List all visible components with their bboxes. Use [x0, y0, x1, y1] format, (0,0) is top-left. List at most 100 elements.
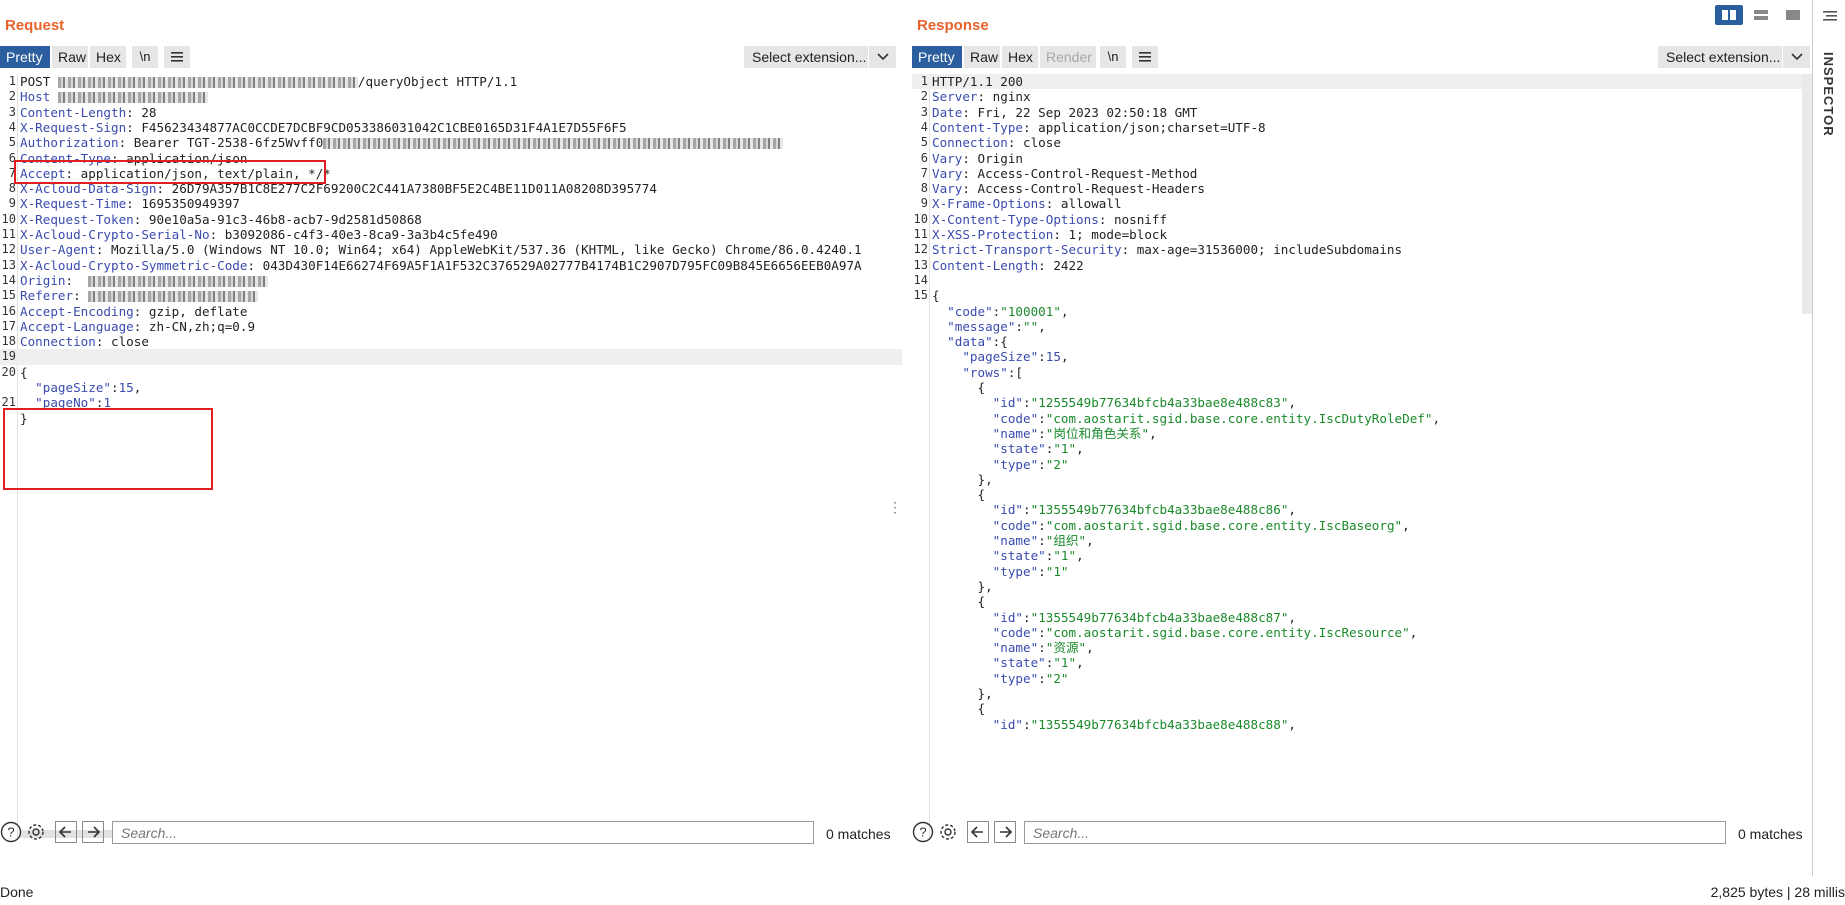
- request-tab-pretty[interactable]: Pretty: [0, 46, 50, 68]
- response-line: "id":"1255549b77634bfcb4a33bae8e488c83",: [912, 395, 1812, 410]
- request-line: 1 POST /queryObject HTTP/1.1: [0, 74, 902, 89]
- request-line: 4 X-Request-Sign: F45623434877AC0CCDE7DCB…: [0, 120, 902, 135]
- line-content: "id":"1355549b77634bfcb4a33bae8e488c86",: [932, 502, 1296, 517]
- response-line: "name":"组织",: [912, 533, 1812, 548]
- response-newline-toggle[interactable]: \n: [1100, 46, 1126, 68]
- inspector-menu-icon[interactable]: [1821, 8, 1839, 24]
- line-content: "type":"2": [932, 671, 1069, 686]
- response-matches-count: 0 matches: [1738, 826, 1803, 842]
- response-tab-render[interactable]: Render: [1040, 46, 1096, 68]
- response-tab-hex[interactable]: Hex: [1002, 46, 1038, 68]
- request-line: 20 {: [0, 365, 902, 380]
- request-select-extension[interactable]: Select extension...: [744, 46, 896, 68]
- token: "2": [1045, 670, 1069, 686]
- request-line: 10 X-Request-Token: 90e10a5a-91c3-46b8-ac…: [0, 212, 902, 227]
- request-line: 13 X-Acloud-Crypto-Symmetric-Code: 043D43…: [0, 258, 902, 273]
- token: ,: [1288, 502, 1296, 518]
- line-content: "id":"1355549b77634bfcb4a33bae8e488c87",: [932, 610, 1296, 625]
- request-line: 19: [0, 349, 902, 365]
- request-search-input[interactable]: [112, 821, 814, 844]
- line-content: Accept-Language: zh-CN,zh;q=0.9: [20, 319, 255, 334]
- token: "com.aostarit.sgid.base.core.entity.IscD…: [1045, 410, 1433, 426]
- response-tab-raw[interactable]: Raw: [964, 46, 1000, 68]
- token: X-Acloud-Crypto-Serial-No: [20, 227, 210, 242]
- response-title: Response: [917, 17, 989, 34]
- line-content: },: [932, 686, 993, 701]
- next-match-arrow-icon[interactable]: [82, 821, 104, 843]
- token: :: [1038, 410, 1046, 426]
- previous-match-arrow-icon[interactable]: [967, 821, 989, 843]
- response-line: "id":"1355549b77634bfcb4a33bae8e488c88",: [912, 717, 1812, 732]
- response-editor[interactable]: 1 HTTP/1.1 200 2 Server: nginx 3 Date: Fri, 2…: [912, 74, 1812, 840]
- token: "name": [992, 533, 1039, 548]
- line-number: 15: [913, 288, 928, 303]
- token: "state": [992, 548, 1046, 564]
- response-line: 10 X-Content-Type-Options: nosniff: [912, 212, 1812, 227]
- response-select-extension-label: Select extension...: [1666, 49, 1781, 65]
- token: ,: [1288, 716, 1296, 732]
- response-vertical-scrollbar[interactable]: [1802, 74, 1812, 314]
- token: X-Frame-Options: [932, 196, 1046, 212]
- response-line: {: [912, 380, 1812, 395]
- response-menu-icon[interactable]: [1132, 46, 1158, 68]
- response-tab-pretty[interactable]: Pretty: [912, 46, 962, 68]
- token: :: [111, 380, 119, 395]
- line-number: 13: [913, 257, 928, 272]
- line-content: Referer:: [20, 288, 259, 303]
- line-content: "data":{: [932, 334, 1008, 349]
- line-content: Authorization: Bearer TGT-2538-6fz5Wvff0: [20, 135, 784, 150]
- response-line: },: [912, 686, 1812, 701]
- token: ,: [1076, 441, 1084, 457]
- response-select-extension[interactable]: Select extension...: [1658, 46, 1810, 68]
- token: "100001": [1000, 303, 1061, 319]
- response-search-input[interactable]: [1024, 821, 1726, 844]
- line-content: "name":"岗位和角色关系",: [932, 426, 1157, 441]
- next-match-arrow-icon[interactable]: [994, 821, 1016, 843]
- token: "code": [992, 624, 1039, 640]
- token: "rows": [962, 364, 1008, 380]
- help-icon[interactable]: ?: [912, 821, 934, 843]
- token: {: [20, 364, 28, 380]
- token: "1": [1045, 563, 1069, 579]
- request-menu-icon[interactable]: [164, 46, 190, 68]
- line-number: 20: [1, 364, 16, 379]
- token: : 90e10a5a-91c3-46b8-acb7-9d2581d50868: [133, 211, 422, 227]
- response-line: 15 {: [912, 288, 1812, 303]
- request-tab-raw[interactable]: Raw: [52, 46, 88, 68]
- request-editor[interactable]: 1 POST /queryObject HTTP/1.1 2 Host 3 Conten…: [0, 74, 902, 840]
- request-newline-toggle[interactable]: \n: [132, 46, 158, 68]
- help-icon[interactable]: ?: [0, 821, 22, 843]
- token: "id": [992, 502, 1024, 518]
- line-content: "rows":[: [932, 365, 1023, 380]
- response-line: {: [912, 487, 1812, 502]
- token: : F45623434877AC0CCDE7DCBF9CD05338603104…: [126, 119, 627, 135]
- line-content: "code":"com.aostarit.sgid.base.core.enti…: [932, 411, 1440, 426]
- inspector-tab[interactable]: INSPECTOR: [1821, 52, 1836, 137]
- response-line: "type":"2": [912, 671, 1812, 686]
- line-number: 15: [1, 288, 16, 303]
- settings-gear-icon[interactable]: [937, 821, 959, 843]
- more-options-icon[interactable]: ⋮: [888, 499, 902, 516]
- previous-match-arrow-icon[interactable]: [55, 821, 77, 843]
- response-line: 4 Content-Type: application/json;charset=…: [912, 120, 1812, 135]
- token: /queryObject HTTP/1.1: [357, 74, 518, 89]
- line-content: Content-Length: 28: [20, 105, 157, 120]
- response-line: "state":"1",: [912, 548, 1812, 563]
- token: "1": [1053, 441, 1077, 457]
- token: {: [932, 701, 986, 717]
- line-content: {: [932, 594, 985, 609]
- token: Strict-Transport-Security: [932, 242, 1122, 258]
- request-tab-hex[interactable]: Hex: [90, 46, 126, 68]
- response-search-bar: ? 0 matches: [912, 818, 1812, 846]
- token: "type": [992, 563, 1039, 579]
- token: :: [1038, 670, 1046, 686]
- line-number: 14: [913, 272, 928, 287]
- token: },: [932, 686, 993, 701]
- settings-gear-icon[interactable]: [25, 821, 47, 843]
- token: "type": [992, 670, 1039, 686]
